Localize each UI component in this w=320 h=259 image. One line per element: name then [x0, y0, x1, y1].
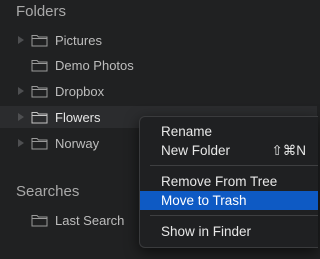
disclosure-triangle-icon[interactable]: [18, 87, 24, 95]
folder-icon: [31, 138, 48, 150]
menu-item-label: New Folder: [161, 143, 231, 158]
menu-item-new-folder[interactable]: New Folder ⇧⌘N: [140, 141, 318, 160]
menu-item-label: Show in Finder: [161, 224, 252, 239]
folder-icon: [31, 60, 48, 72]
tree-item-demo-photos[interactable]: Demo Photos: [0, 54, 317, 76]
menu-item-label: Move to Trash: [161, 193, 247, 208]
folder-icon: [31, 86, 48, 98]
menu-item-label: Remove From Tree: [161, 174, 278, 189]
folder-icon: [31, 215, 48, 227]
tree-item-label: Demo Photos: [55, 57, 134, 73]
menu-item-show-in-finder[interactable]: Show in Finder: [140, 222, 318, 241]
tree-item-label: Dropbox: [55, 83, 105, 99]
disclosure-triangle-icon[interactable]: [18, 36, 24, 44]
menu-item-label: Rename: [161, 124, 213, 139]
searches-section-title: Searches: [16, 183, 80, 200]
disclosure-triangle-icon[interactable]: [18, 113, 24, 121]
menu-item-move-to-trash[interactable]: Move to Trash: [140, 191, 318, 210]
folders-section-title: Folders: [16, 3, 67, 20]
tree-item-label: Flowers: [55, 109, 101, 125]
tree-item-label: Pictures: [55, 32, 102, 48]
tree-item-pictures[interactable]: Pictures: [0, 29, 317, 51]
disclosure-triangle-icon[interactable]: [18, 139, 24, 147]
folder-icon: [31, 35, 48, 47]
menu-separator: [150, 165, 318, 166]
tree-item-dropbox[interactable]: Dropbox: [0, 80, 317, 102]
tree-item-label: Norway: [55, 135, 100, 151]
tree-item-label: Last Search: [55, 212, 125, 228]
context-menu: Rename New Folder ⇧⌘N Remove From Tree M…: [139, 116, 318, 248]
menu-item-remove-from-tree[interactable]: Remove From Tree: [140, 172, 318, 191]
keyboard-shortcut: ⇧⌘N: [271, 142, 306, 158]
menu-separator: [150, 215, 318, 216]
folder-icon: [31, 112, 48, 124]
menu-item-rename[interactable]: Rename: [140, 122, 318, 141]
